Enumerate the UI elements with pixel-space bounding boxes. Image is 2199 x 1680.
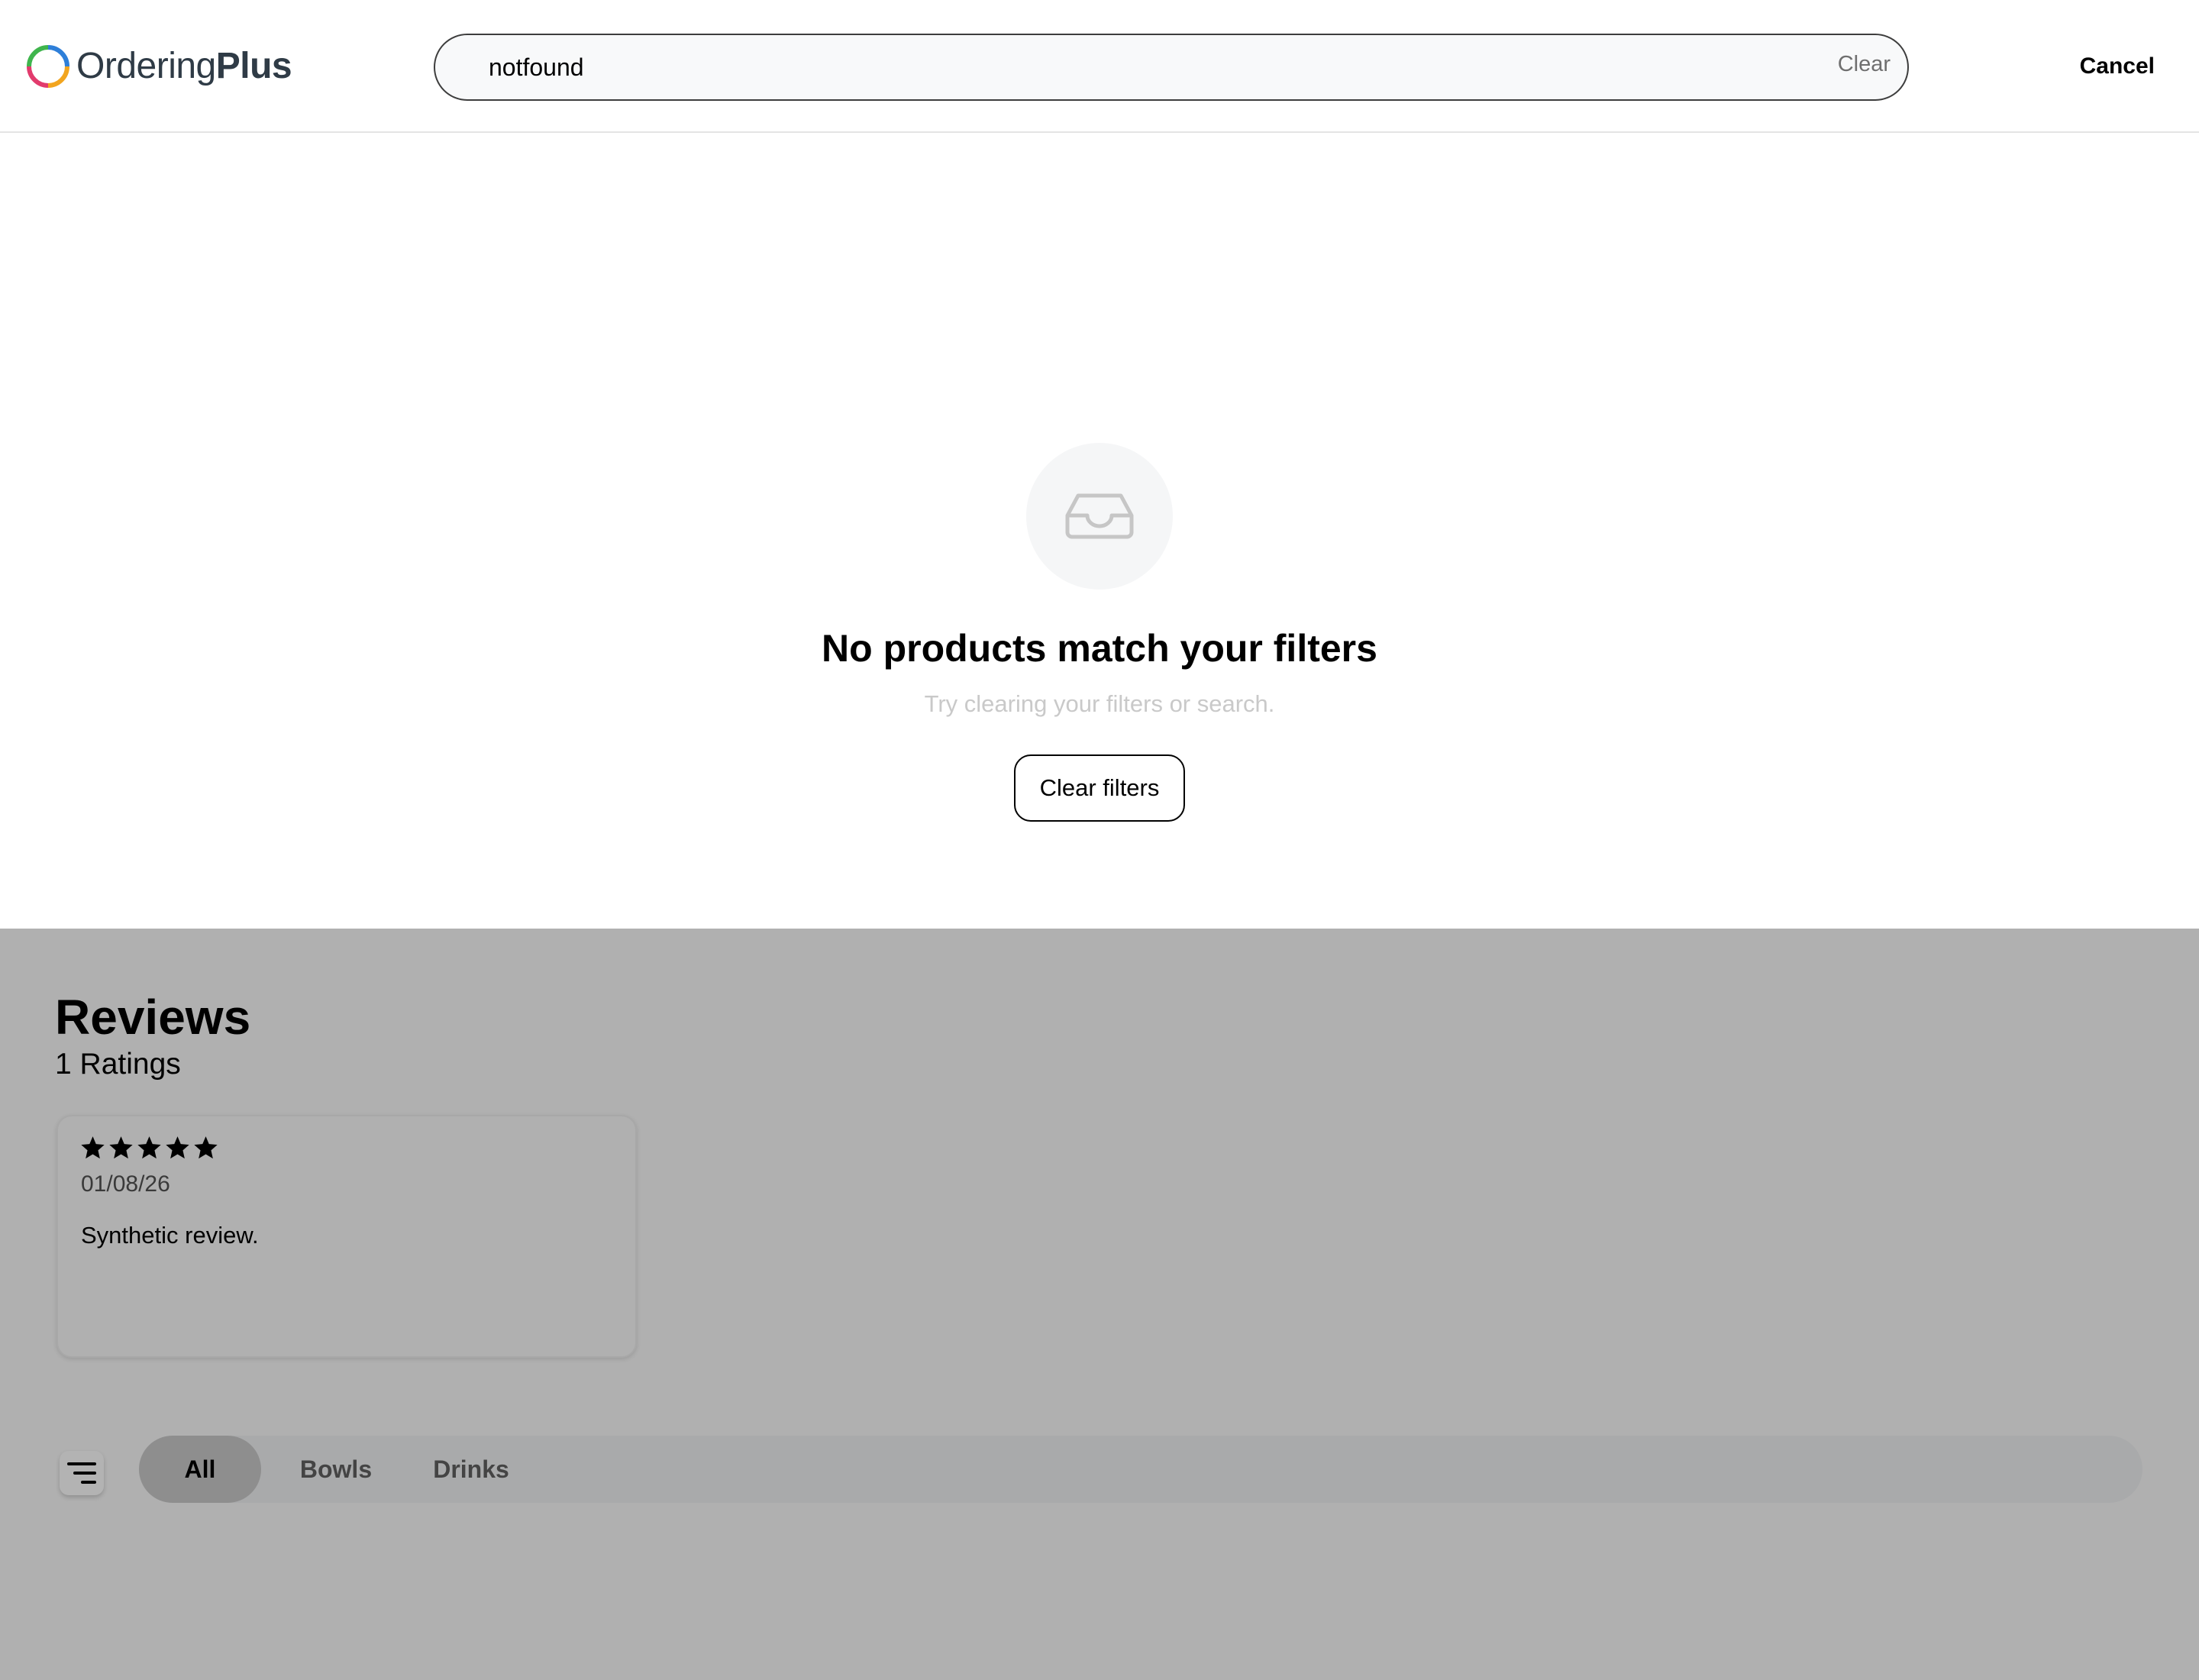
category-tab-all[interactable]: All xyxy=(139,1436,261,1503)
star-filled-icon xyxy=(166,1136,189,1159)
brand-logo[interactable]: OrderingPlus xyxy=(26,43,292,90)
star-filled-icon xyxy=(194,1136,218,1159)
cancel-button[interactable]: Cancel xyxy=(2080,53,2155,79)
review-card: 01/08/26 Synthetic review. xyxy=(57,1115,637,1358)
reviews-count: 1 Ratings xyxy=(55,1048,181,1081)
logo-ring-icon xyxy=(27,45,69,88)
category-filter-button[interactable] xyxy=(60,1451,104,1495)
brand-name: OrderingPlus xyxy=(76,48,292,85)
top-header: OrderingPlus Clear Cancel xyxy=(0,0,2199,133)
category-tabs: All Bowls Drinks xyxy=(139,1436,2142,1503)
reviews-title: Reviews xyxy=(55,990,251,1045)
star-filled-icon xyxy=(109,1136,133,1159)
inbox-icon xyxy=(1065,493,1134,539)
clear-filters-button[interactable]: Clear filters xyxy=(1014,754,1185,822)
empty-icon-container xyxy=(1026,443,1173,590)
review-star-rating xyxy=(79,1135,219,1161)
search-box: Clear xyxy=(434,34,1909,101)
search-input[interactable] xyxy=(489,35,1787,99)
filter-lines-icon xyxy=(67,1462,96,1484)
empty-state-title: No products match your filters xyxy=(822,627,1377,670)
category-tab-drinks[interactable]: Drinks xyxy=(417,1436,525,1503)
review-text: Synthetic review. xyxy=(81,1222,259,1249)
brand-name-bold: Plus xyxy=(215,46,292,86)
review-date: 01/08/26 xyxy=(81,1171,170,1197)
brand-name-regular: Ordering xyxy=(76,46,216,86)
empty-state: No products match your filters Try clear… xyxy=(0,133,2199,929)
category-tab-bowls[interactable]: Bowls xyxy=(281,1436,391,1503)
empty-state-subtitle: Try clearing your filters or search. xyxy=(924,690,1275,717)
dimmed-overlay[interactable]: Reviews 1 Ratings 01/08/26 Synthetic rev… xyxy=(0,929,2199,1680)
search-clear-button[interactable]: Clear xyxy=(1838,52,1891,77)
star-filled-icon xyxy=(81,1136,105,1159)
star-filled-icon xyxy=(137,1136,161,1159)
